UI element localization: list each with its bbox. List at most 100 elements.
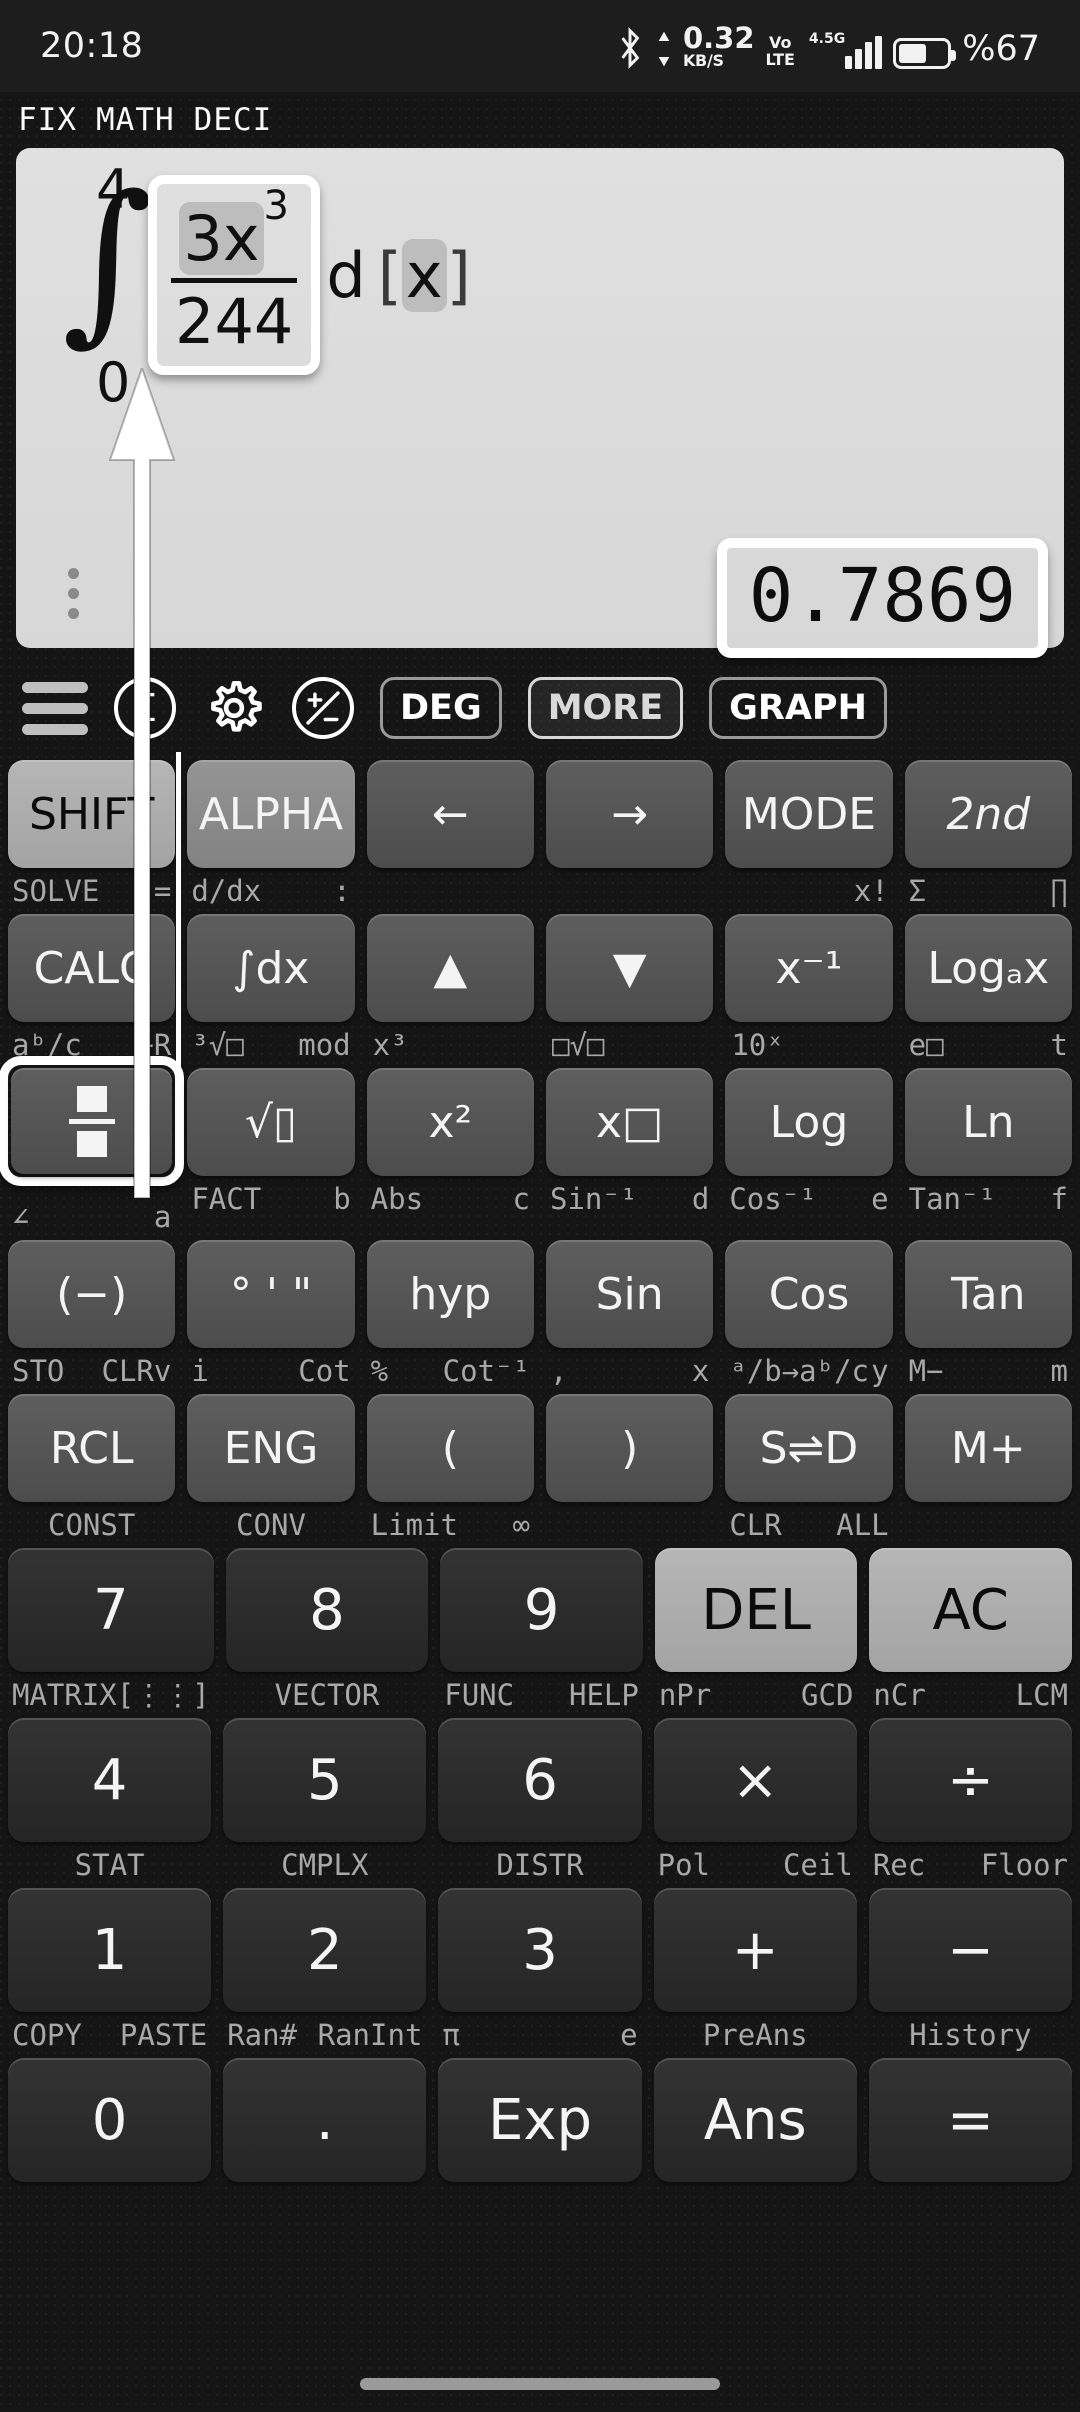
home-indicator-bar[interactable] bbox=[360, 2378, 720, 2390]
battery-icon bbox=[893, 37, 957, 69]
sublabel-const: CONST bbox=[48, 1508, 136, 1542]
key-negate[interactable]: (−) bbox=[8, 1240, 176, 1348]
key-integral-dx[interactable]: ∫dx bbox=[187, 914, 355, 1022]
key-alpha[interactable]: ALPHA bbox=[187, 760, 355, 868]
sublabel-fact: FACT bbox=[191, 1182, 262, 1216]
sublabel-copy: COPY bbox=[12, 2018, 82, 2052]
key-tan[interactable]: Tan bbox=[904, 1240, 1072, 1348]
key-reciprocal[interactable]: x⁻¹ bbox=[725, 914, 893, 1022]
fraction-denominator: 244 bbox=[175, 285, 294, 359]
key-6[interactable]: 6 bbox=[438, 1718, 642, 1842]
mode-indicator-fix: FIX bbox=[18, 102, 77, 138]
sublabel-distr: DISTR bbox=[496, 1848, 584, 1882]
key-plus[interactable]: + bbox=[653, 1888, 857, 2012]
key-x-power[interactable]: x□ bbox=[545, 1068, 714, 1176]
keypad-row-789: 7 MATRIX [⋮⋮] 8 VECTOR 9 FUNC HELP DEL nPr… bbox=[0, 1548, 1080, 1718]
key-log-base-a[interactable]: Logₐx bbox=[904, 914, 1072, 1022]
sublabel-y: y bbox=[871, 1354, 889, 1388]
key-paren-open[interactable]: ( bbox=[366, 1394, 534, 1502]
sublabel-solve: SOLVE bbox=[12, 874, 100, 908]
key-3[interactable]: 3 bbox=[438, 1888, 642, 2012]
key-arrow-left[interactable]: ← bbox=[366, 760, 534, 868]
sublabel-x: x bbox=[691, 1354, 710, 1388]
settings-gear-icon[interactable] bbox=[202, 676, 266, 740]
sublabel-ranint: RanInt bbox=[317, 2018, 423, 2052]
bracket-close: ] bbox=[446, 238, 471, 312]
key-multiply[interactable]: × bbox=[653, 1718, 857, 1842]
expression-highlight-box: 3x 3 244 bbox=[148, 174, 321, 376]
sublabel-c: c bbox=[512, 1182, 530, 1216]
key-standard-decimal-toggle[interactable]: S⇌D bbox=[725, 1394, 893, 1502]
network-speed: 0.32 KB/S bbox=[682, 23, 755, 70]
signal-strength-icon: 4.5G bbox=[806, 31, 883, 69]
sublabel-ddx: d/dx bbox=[191, 874, 262, 908]
kebab-menu-icon[interactable] bbox=[68, 568, 79, 619]
plus-minus-icon[interactable] bbox=[292, 677, 354, 739]
key-memory-plus[interactable]: M+ bbox=[904, 1394, 1072, 1502]
volte-bottom: LTE bbox=[765, 49, 795, 69]
hamburger-menu-icon[interactable] bbox=[22, 681, 88, 735]
fraction-highlight-wrapper: 3x 3 244 bbox=[148, 174, 321, 376]
key-hyp[interactable]: hyp bbox=[366, 1240, 534, 1348]
key-ln[interactable]: Ln bbox=[904, 1068, 1072, 1176]
status-bar-clock: 20:18 bbox=[40, 26, 144, 66]
key-up[interactable]: ▲ bbox=[366, 914, 534, 1022]
key-all-clear[interactable]: AC bbox=[869, 1548, 1072, 1672]
fraction-expression[interactable]: 3x 3 244 bbox=[171, 183, 298, 359]
sublabel-mod: mod bbox=[298, 1028, 351, 1062]
sublabel-limit: Limit bbox=[370, 1508, 458, 1542]
key-ans[interactable]: Ans bbox=[653, 2058, 857, 2182]
more-button[interactable]: MORE bbox=[527, 677, 684, 739]
key-divide[interactable]: ÷ bbox=[868, 1718, 1073, 1842]
key-arrow-right[interactable]: → bbox=[545, 760, 714, 868]
graph-button[interactable]: GRAPH bbox=[709, 677, 887, 739]
key-cos[interactable]: Cos bbox=[725, 1240, 893, 1348]
key-x-squared[interactable]: x² bbox=[366, 1068, 534, 1176]
key-equals[interactable]: = bbox=[868, 2058, 1073, 2182]
key-0[interactable]: 0 bbox=[8, 2058, 212, 2182]
key-8[interactable]: 8 bbox=[225, 1548, 429, 1672]
sublabel-npr: nPr bbox=[658, 1678, 712, 1712]
key-decimal-point[interactable]: . bbox=[223, 2058, 427, 2182]
sublabel-e: e bbox=[871, 1182, 889, 1216]
angle-mode-deg-button[interactable]: DEG bbox=[380, 677, 502, 739]
bracket-open: [ bbox=[377, 238, 402, 312]
sublabel-acos: Cos⁻¹ bbox=[729, 1182, 817, 1216]
key-square-root[interactable]: √▯ bbox=[187, 1068, 355, 1176]
data-transfer-arrows-icon bbox=[656, 29, 672, 69]
key-degrees-minutes-seconds[interactable]: ° ' " bbox=[187, 1240, 355, 1348]
key-delete[interactable]: DEL bbox=[654, 1548, 858, 1672]
key-rcl[interactable]: RCL bbox=[8, 1394, 176, 1502]
signal-bars bbox=[845, 35, 883, 69]
key-minus[interactable]: − bbox=[868, 1888, 1073, 2012]
sublabel-atan: Tan⁻¹ bbox=[908, 1182, 996, 1216]
key-1[interactable]: 1 bbox=[8, 1888, 212, 2012]
sublabel-percent: % bbox=[370, 1354, 389, 1388]
keypad-row-bottom: 0 . Exp Ans = bbox=[0, 2058, 1080, 2182]
sublabel-ceil: Ceil bbox=[782, 1848, 853, 1882]
key-log[interactable]: Log bbox=[725, 1068, 893, 1176]
expression-line[interactable]: 4 ∫ 0 3x 3 244 d [ x ] bbox=[46, 158, 471, 414]
key-mode[interactable]: MODE bbox=[725, 760, 893, 868]
key-2nd[interactable]: 2nd bbox=[904, 760, 1072, 868]
differential-d: d bbox=[326, 238, 366, 312]
key-eng[interactable]: ENG bbox=[187, 1394, 355, 1502]
key-5[interactable]: 5 bbox=[223, 1718, 427, 1842]
key-sin[interactable]: Sin bbox=[545, 1240, 714, 1348]
network-speed-unit: KB/S bbox=[682, 50, 724, 70]
sublabel-b: b bbox=[333, 1182, 351, 1216]
key-9[interactable]: 9 bbox=[440, 1548, 643, 1672]
key-paren-close[interactable]: ) bbox=[545, 1394, 714, 1502]
sublabel-e-power: e□ bbox=[908, 1028, 944, 1062]
key-exp[interactable]: Exp bbox=[438, 2058, 642, 2182]
sublabel-i: i bbox=[191, 1354, 209, 1388]
fraction-bar bbox=[171, 278, 298, 284]
sublabel-matrix-bracket: [⋮⋮] bbox=[116, 1678, 210, 1712]
key-2[interactable]: 2 bbox=[223, 1888, 427, 2012]
mode-indicator-math: MATH bbox=[96, 102, 175, 138]
key-7[interactable]: 7 bbox=[8, 1548, 214, 1672]
key-4[interactable]: 4 bbox=[8, 1718, 212, 1842]
numerator-base: 3x bbox=[179, 202, 264, 276]
sublabel-paste: PASTE bbox=[119, 2018, 208, 2052]
key-down[interactable]: ▼ bbox=[545, 914, 714, 1022]
